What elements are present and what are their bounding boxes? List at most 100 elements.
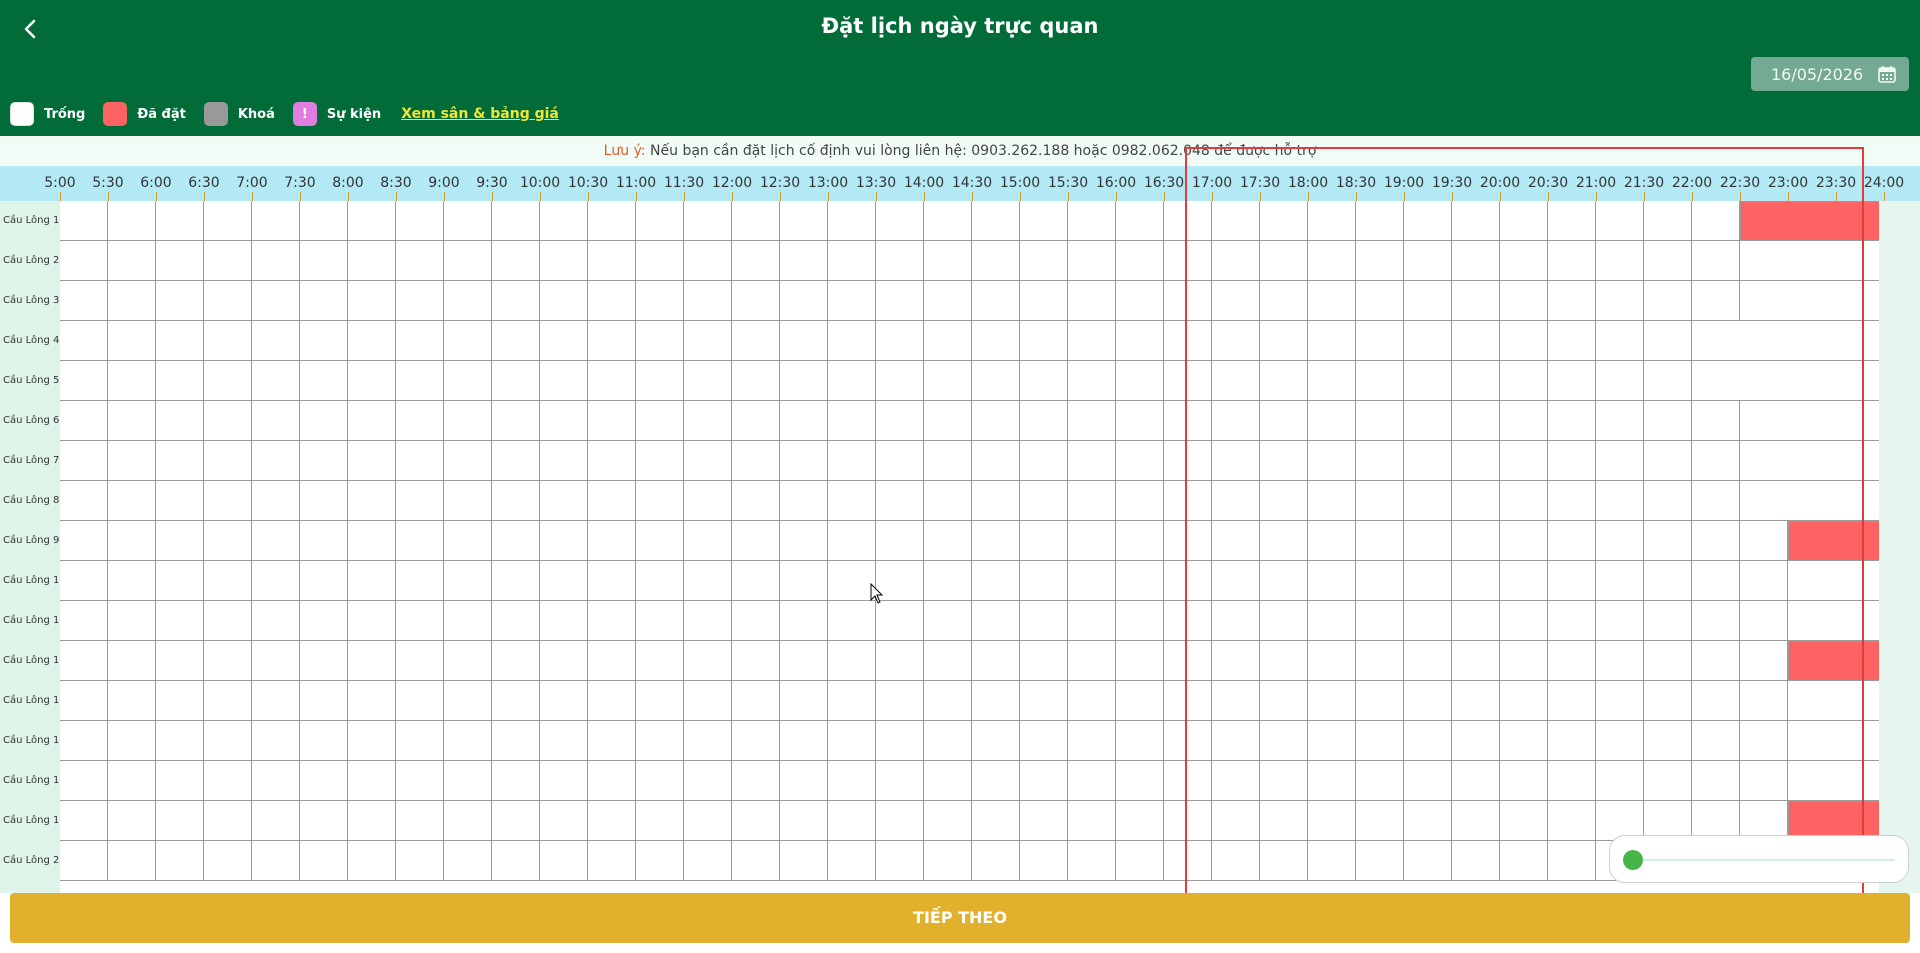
slot-cell[interactable]: [828, 801, 876, 841]
slot-cell[interactable]: [1500, 441, 1548, 481]
free-slot[interactable]: [1692, 761, 1740, 801]
slot-cell[interactable]: [684, 201, 732, 241]
slot-cell[interactable]: [396, 681, 444, 721]
slot-cell[interactable]: [1164, 721, 1212, 761]
slot-cell[interactable]: [636, 601, 684, 641]
slot-cell[interactable]: [204, 721, 252, 761]
slot-cell[interactable]: [1116, 641, 1164, 681]
slot-cell[interactable]: [1164, 281, 1212, 321]
slot-cell[interactable]: [1500, 721, 1548, 761]
slot-cell[interactable]: [588, 521, 636, 561]
slot-cell[interactable]: [924, 401, 972, 441]
slot-cell[interactable]: [828, 681, 876, 721]
zoom-slider[interactable]: [1609, 835, 1909, 883]
slot-cell[interactable]: [780, 321, 828, 361]
slot-cell[interactable]: [1596, 721, 1644, 761]
slot-cell[interactable]: [1356, 761, 1404, 801]
slot-cell[interactable]: [636, 761, 684, 801]
slot-cell[interactable]: [348, 721, 396, 761]
slot-cell[interactable]: [588, 481, 636, 521]
slot-cell[interactable]: [972, 281, 1020, 321]
slot-cell[interactable]: [492, 201, 540, 241]
slot-cell[interactable]: [1404, 241, 1452, 281]
slot-cell[interactable]: [636, 841, 684, 881]
slot-cell[interactable]: [1500, 841, 1548, 881]
slot-cell[interactable]: [300, 241, 348, 281]
slot-cell[interactable]: [1260, 841, 1308, 881]
slot-cell[interactable]: [1308, 241, 1356, 281]
slot-cell[interactable]: [108, 201, 156, 241]
free-slot[interactable]: [1692, 521, 1740, 561]
slot-cell[interactable]: [1164, 801, 1212, 841]
slot-cell[interactable]: [1452, 681, 1500, 721]
slot-cell[interactable]: [1548, 481, 1596, 521]
slot-cell[interactable]: [108, 481, 156, 521]
slot-cell[interactable]: [1500, 521, 1548, 561]
slot-cell[interactable]: [300, 841, 348, 881]
slot-cell[interactable]: [636, 281, 684, 321]
slot-cell[interactable]: [156, 481, 204, 521]
slot-cell[interactable]: [588, 561, 636, 601]
free-slot[interactable]: [1644, 561, 1692, 601]
slot-cell[interactable]: [972, 241, 1020, 281]
slot-cell[interactable]: [876, 761, 924, 801]
slot-cell[interactable]: [444, 641, 492, 681]
slot-cell[interactable]: [588, 681, 636, 721]
slot-cell[interactable]: [1452, 361, 1500, 401]
slot-cell[interactable]: [1260, 601, 1308, 641]
slot-cell[interactable]: [732, 601, 780, 641]
slot-cell[interactable]: [348, 681, 396, 721]
slot-cell[interactable]: [540, 321, 588, 361]
slot-cell[interactable]: [396, 481, 444, 521]
slot-cell[interactable]: [1116, 361, 1164, 401]
slot-cell[interactable]: [876, 801, 924, 841]
slot-cell[interactable]: [1548, 681, 1596, 721]
slot-cell[interactable]: [636, 441, 684, 481]
slot-cell[interactable]: [1404, 481, 1452, 521]
slot-cell[interactable]: [588, 641, 636, 681]
slot-cell[interactable]: [300, 281, 348, 321]
free-slot[interactable]: [1740, 681, 1788, 721]
slot-cell[interactable]: [972, 201, 1020, 241]
slot-cell[interactable]: [1020, 761, 1068, 801]
slot-cell[interactable]: [60, 521, 108, 561]
slot-cell[interactable]: [1548, 201, 1596, 241]
slot-cell[interactable]: [444, 481, 492, 521]
free-slot[interactable]: [1644, 521, 1692, 561]
slot-cell[interactable]: [1020, 641, 1068, 681]
slot-cell[interactable]: [732, 321, 780, 361]
slot-cell[interactable]: [780, 401, 828, 441]
slot-cell[interactable]: [876, 241, 924, 281]
slot-cell[interactable]: [1500, 561, 1548, 601]
slot-cell[interactable]: [780, 281, 828, 321]
slot-cell[interactable]: [684, 281, 732, 321]
slot-cell[interactable]: [588, 281, 636, 321]
slot-cell[interactable]: [780, 721, 828, 761]
slot-cell[interactable]: [540, 681, 588, 721]
next-button[interactable]: TIẾP THEO: [10, 893, 1910, 943]
slot-cell[interactable]: [828, 321, 876, 361]
slot-cell[interactable]: [684, 761, 732, 801]
slot-cell[interactable]: [780, 561, 828, 601]
slot-cell[interactable]: [1116, 521, 1164, 561]
slot-cell[interactable]: [1596, 241, 1644, 281]
slot-cell[interactable]: [540, 641, 588, 681]
slot-cell[interactable]: [444, 241, 492, 281]
slot-cell[interactable]: [1068, 201, 1116, 241]
slot-cell[interactable]: [1356, 681, 1404, 721]
slot-cell[interactable]: [108, 641, 156, 681]
slot-cell[interactable]: [732, 721, 780, 761]
slot-cell[interactable]: [780, 241, 828, 281]
slot-cell[interactable]: [972, 721, 1020, 761]
slot-cell[interactable]: [1260, 681, 1308, 721]
slot-cell[interactable]: [108, 801, 156, 841]
slot-cell[interactable]: [1500, 681, 1548, 721]
slot-cell[interactable]: [828, 721, 876, 761]
slot-cell[interactable]: [1308, 761, 1356, 801]
slot-cell[interactable]: [348, 441, 396, 481]
slot-cell[interactable]: [1260, 441, 1308, 481]
slot-cell[interactable]: [60, 481, 108, 521]
slot-cell[interactable]: [60, 841, 108, 881]
slot-cell[interactable]: [1212, 281, 1260, 321]
slot-cell[interactable]: [1308, 801, 1356, 841]
